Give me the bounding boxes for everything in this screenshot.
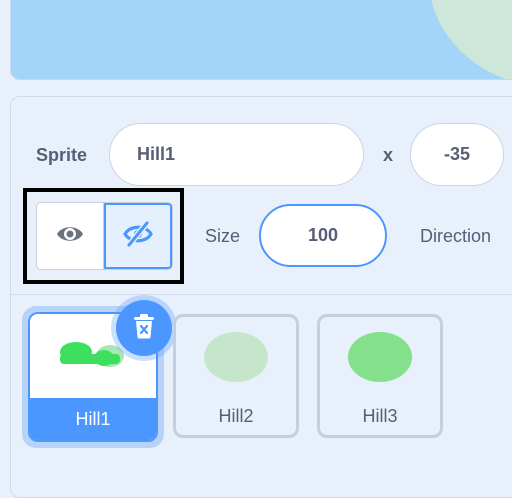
hide-sprite-button[interactable] xyxy=(104,203,172,269)
stage-preview[interactable] xyxy=(10,0,512,80)
x-label: x xyxy=(383,145,394,165)
eye-slash-icon xyxy=(122,219,154,253)
direction-label: Direction xyxy=(420,226,492,246)
sprite-tile-label: Hill1 xyxy=(30,398,156,440)
sprite-thumbnail xyxy=(176,317,296,401)
sprite-name-label: Sprite xyxy=(36,145,88,165)
stage-hill-shape xyxy=(429,0,512,79)
panel-divider xyxy=(11,294,512,295)
trash-icon xyxy=(133,313,155,344)
x-position-input[interactable] xyxy=(410,123,504,186)
show-sprite-button[interactable] xyxy=(37,203,105,269)
size-input[interactable] xyxy=(259,204,387,267)
sprite-name-input[interactable] xyxy=(109,123,364,186)
delete-sprite-button[interactable] xyxy=(116,300,172,356)
sprite-thumbnail xyxy=(320,317,440,401)
visibility-toggle xyxy=(36,202,173,270)
size-label: Size xyxy=(205,226,241,246)
sprite-tile-label: Hill3 xyxy=(362,405,398,426)
sprite-tile-label: Hill2 xyxy=(218,405,254,426)
sprite-tile-hill3[interactable]: Hill3 xyxy=(317,314,443,438)
eye-icon xyxy=(55,223,85,250)
sprite-tile-hill2[interactable]: Hill2 xyxy=(173,314,299,438)
